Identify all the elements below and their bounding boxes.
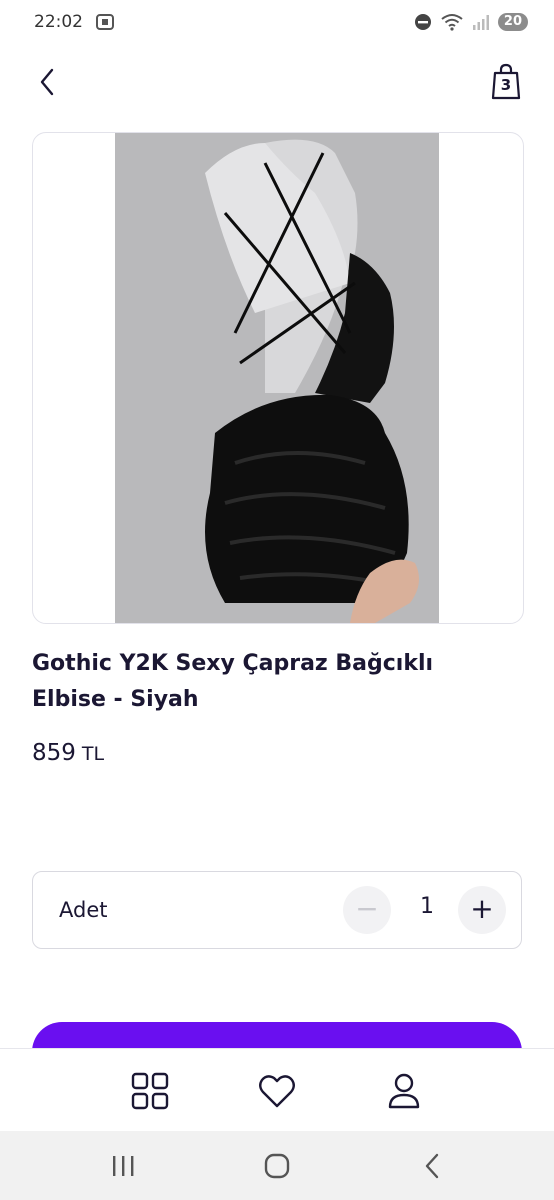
nav-profile[interactable]: [384, 1071, 424, 1111]
wifi-icon: [441, 14, 463, 31]
product-title: Gothic Y2K Sexy Çapraz Bağcıklı Elbise -…: [32, 651, 434, 712]
signal-icon: [472, 15, 489, 30]
heart-icon: [259, 1075, 295, 1108]
status-left: 22:02: [34, 12, 115, 32]
status-time: 22:02: [34, 12, 83, 32]
product-photo: [115, 133, 439, 623]
nav-favorites[interactable]: [257, 1071, 297, 1111]
home-icon: [264, 1153, 290, 1179]
grid-icon: [131, 1072, 169, 1110]
cart-count: 3: [500, 76, 512, 94]
back-icon: [425, 1153, 439, 1179]
bottom-nav: [0, 1048, 554, 1132]
back-button[interactable]: [32, 64, 64, 100]
product-image-card[interactable]: [32, 132, 524, 624]
do-not-disturb-icon: [414, 14, 431, 30]
system-back-button[interactable]: [418, 1151, 448, 1181]
user-icon: [388, 1073, 420, 1109]
cart-button[interactable]: 3: [490, 62, 522, 102]
price-currency: TL: [81, 743, 105, 765]
chevron-left-icon: [40, 68, 54, 96]
top-bar: 3: [0, 58, 554, 106]
quantity-value: 1: [420, 894, 434, 919]
product-price: 859 TL: [32, 740, 104, 766]
recent-apps-icon: [113, 1156, 134, 1176]
system-nav-bar: [0, 1131, 554, 1200]
status-bar: 22:02 20: [0, 0, 554, 44]
recent-apps-button[interactable]: [108, 1151, 138, 1181]
nav-categories[interactable]: [130, 1071, 170, 1111]
battery-indicator: 20: [497, 13, 528, 31]
quantity-decrease-button[interactable]: −: [343, 886, 391, 934]
quantity-increase-button[interactable]: +: [458, 886, 506, 934]
screenshot-icon: [96, 14, 114, 30]
quantity-selector: Adet − 1 +: [32, 871, 522, 949]
quantity-label: Adet: [59, 898, 108, 922]
status-right: 20: [414, 13, 528, 31]
price-value: 859: [32, 740, 76, 766]
home-button[interactable]: [262, 1151, 292, 1181]
